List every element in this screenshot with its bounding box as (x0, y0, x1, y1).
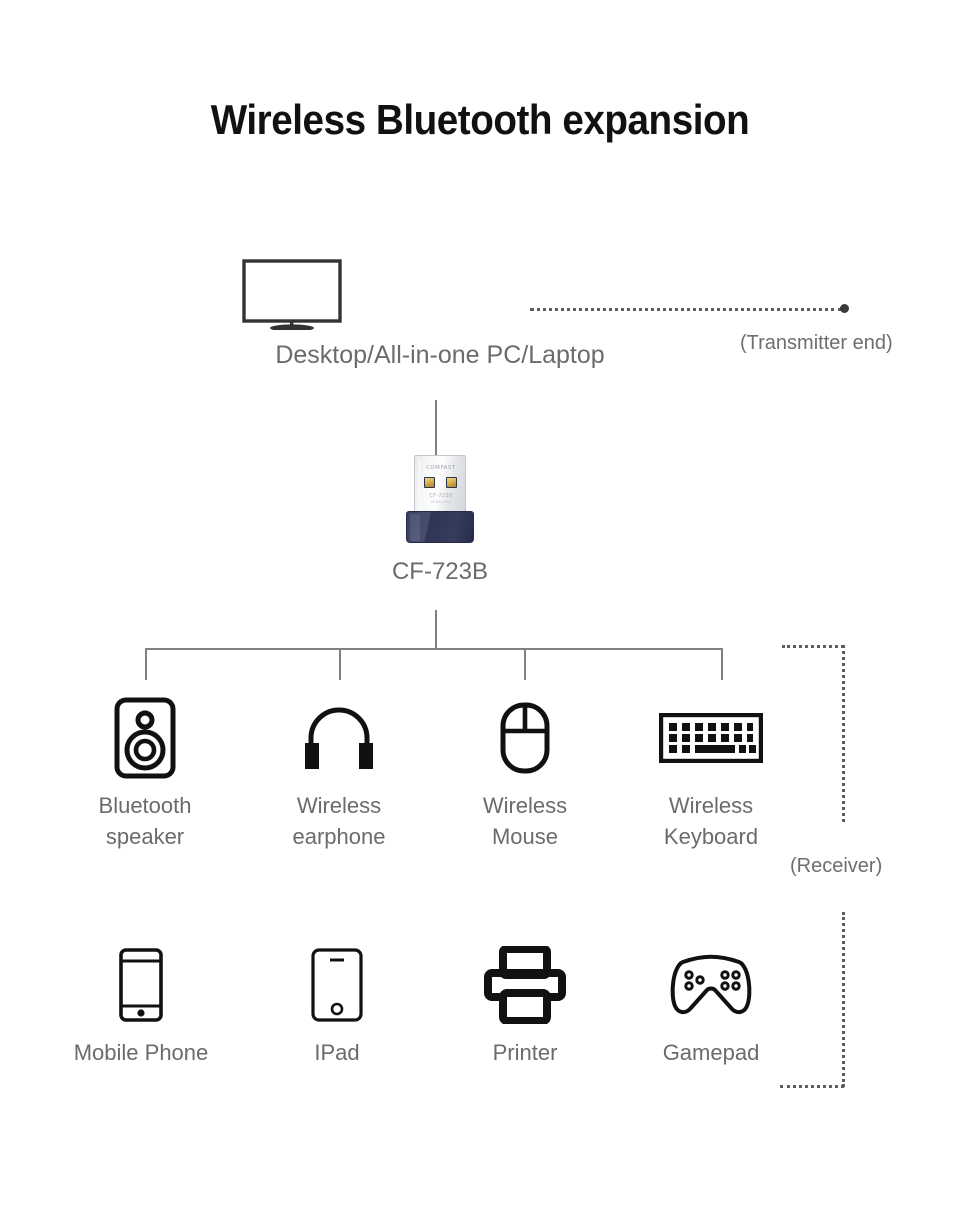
dongle-sub-text: WIRELESS (430, 500, 452, 504)
bluetooth-speaker-icon (60, 697, 230, 779)
wireless-keyboard-icon (626, 698, 796, 778)
device-label: Gamepad (662, 1040, 760, 1065)
transmitter-end-label: (Transmitter end) (740, 332, 893, 354)
page-title: Wireless Bluetooth expansion (210, 96, 750, 143)
branch-drop-2 (339, 648, 341, 680)
connector-pc-to-adapter (435, 400, 437, 460)
device-wireless-keyboard[interactable]: Wireless Keyboard (626, 698, 796, 852)
device-mobile-phone[interactable]: Mobile Phone (56, 945, 226, 1068)
device-label: IPad (314, 1040, 360, 1065)
dongle-brand-text: COMFAST (426, 465, 456, 471)
device-label: Printer (492, 1040, 558, 1065)
adapter-label: CF-723B (391, 558, 489, 585)
device-gamepad[interactable]: Gamepad (626, 945, 796, 1068)
branch-drop-1 (145, 648, 147, 680)
branch-drop-4 (721, 648, 723, 680)
device-wireless-earphone[interactable]: Wireless earphone (254, 698, 424, 852)
wireless-mouse-icon (440, 698, 610, 778)
device-row-bottom: Mobile Phone IPad Printer Gamepad (0, 945, 960, 1105)
printer-icon (440, 945, 610, 1025)
monitor-icon (240, 258, 640, 330)
dongle-model-text: CF-723B (429, 493, 453, 499)
device-ipad[interactable]: IPad (252, 945, 422, 1068)
source-device-label: Desktop/All-in-one PC/Laptop (275, 341, 605, 369)
device-wireless-mouse[interactable]: Wireless Mouse (440, 698, 610, 852)
connector-adapter-to-branch (435, 610, 437, 650)
branch-drop-3 (524, 648, 526, 680)
mobile-phone-icon (56, 945, 226, 1025)
wireless-earphone-icon (254, 698, 424, 778)
gamepad-icon (626, 945, 796, 1025)
dongle-contact-right (446, 477, 457, 488)
adapter-node: COMFAST CF-723B WIRELESS CF-723B (336, 455, 544, 589)
source-device-node: Desktop/All-in-one PC/Laptop (240, 258, 640, 374)
transmitter-end-dot (840, 304, 849, 313)
device-label: Wireless earphone (292, 793, 386, 850)
usb-dongle-icon: COMFAST CF-723B WIRELESS (406, 455, 474, 543)
device-printer[interactable]: Printer (440, 945, 610, 1068)
device-label: Mobile Phone (73, 1040, 209, 1065)
device-row-top: Bluetooth speaker Wireless earphone Wire… (0, 697, 960, 878)
diagram-canvas: Wireless Bluetooth expansion (Transmitte… (0, 0, 960, 1215)
device-label: Wireless Mouse (482, 793, 568, 850)
dongle-usb-connector: COMFAST CF-723B WIRELESS (414, 455, 466, 513)
device-bluetooth-speaker[interactable]: Bluetooth speaker (60, 697, 230, 852)
branch-horizontal-bar (145, 648, 723, 650)
receiver-bracket-top-segment (782, 645, 844, 648)
ipad-icon (252, 945, 422, 1025)
device-label: Bluetooth speaker (98, 793, 192, 850)
device-label: Wireless Keyboard (663, 793, 759, 850)
dongle-contact-left (424, 477, 435, 488)
dongle-body (406, 511, 474, 543)
